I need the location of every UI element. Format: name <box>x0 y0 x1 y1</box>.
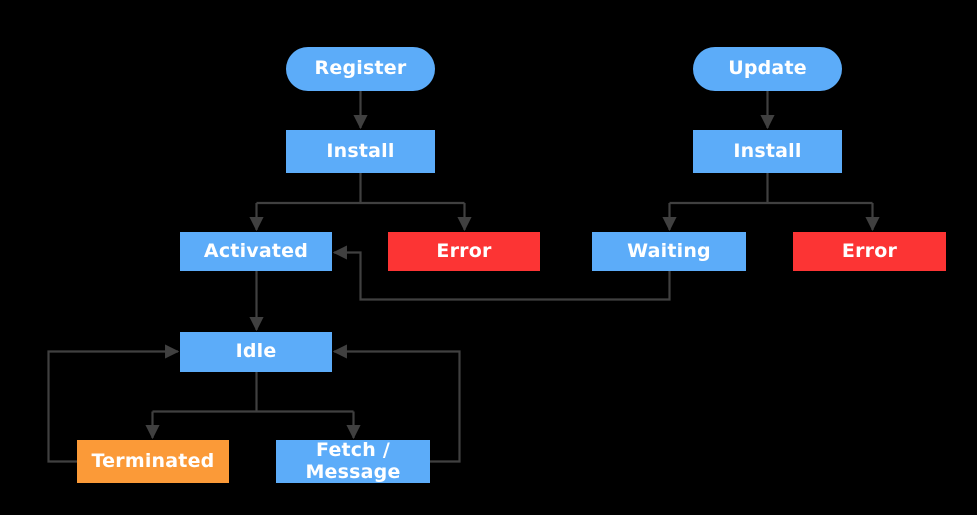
node-terminated[interactable]: Terminated <box>77 440 229 483</box>
node-waiting[interactable]: Waiting <box>592 232 746 271</box>
node-activated[interactable]: Activated <box>180 232 332 271</box>
node-install-register-branch[interactable]: Install <box>286 130 435 173</box>
node-terminated-label: Terminated <box>91 449 215 472</box>
node-error-update-branch-label: Error <box>841 239 898 262</box>
node-error-register-branch-label: Error <box>436 239 492 262</box>
node-waiting-label: Waiting <box>627 239 711 262</box>
node-install-register-branch-label: Install <box>326 139 395 162</box>
node-idle[interactable]: Idle <box>180 332 332 372</box>
node-install-update-branch[interactable]: Install <box>693 130 842 173</box>
node-error-update-branch[interactable]: Error <box>793 232 946 271</box>
node-register-label: Register <box>314 57 407 80</box>
node-install-update-branch-label: Install <box>733 139 802 162</box>
node-update[interactable]: Update <box>693 47 842 91</box>
flowchart-diagram: Register Install Activated Error Update … <box>0 0 977 515</box>
node-idle-label: Idle <box>235 340 277 363</box>
node-update-label: Update <box>728 57 807 80</box>
node-error-register-branch[interactable]: Error <box>388 232 540 271</box>
node-activated-label: Activated <box>203 239 309 262</box>
node-fetch-message[interactable]: Fetch / Message <box>276 440 430 483</box>
node-fetch-message-label: Fetch / Message <box>305 439 401 483</box>
node-register[interactable]: Register <box>286 47 435 91</box>
